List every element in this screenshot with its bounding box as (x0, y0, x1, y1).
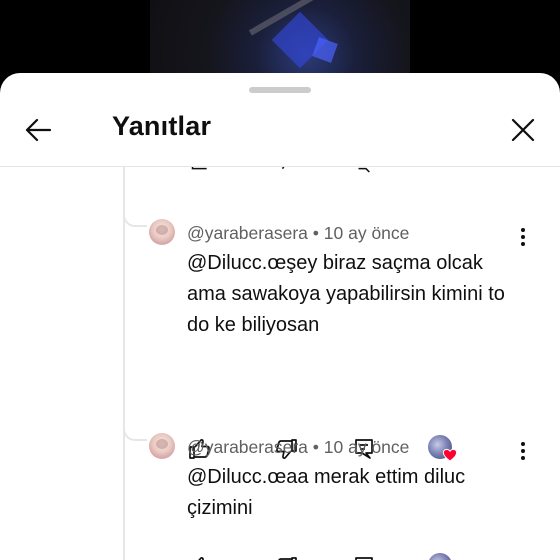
avatar[interactable] (149, 219, 175, 245)
dislike-button[interactable] (272, 553, 300, 560)
meta-separator: • (312, 437, 319, 457)
more-options-button[interactable] (513, 224, 533, 250)
previous-reply-actions (186, 167, 486, 177)
thumb-up-icon[interactable] (188, 167, 212, 177)
reply-meta: @yaraberasera • 10 ay önce (187, 223, 409, 244)
author-name[interactable]: @yaraberasera (187, 223, 308, 243)
thumb-up-icon (198, 557, 204, 560)
timestamp: 10 ay önce (323, 437, 410, 457)
meta-separator: • (312, 223, 319, 243)
reply-text: @Dilucc.œşey biraz saçma olcak ama sawak… (187, 252, 505, 336)
page-title: Yanıtlar (112, 111, 212, 141)
reply-actions (0, 553, 560, 560)
drag-handle[interactable] (249, 87, 311, 93)
thread-line (123, 167, 125, 560)
sheet-header: Yanıtlar (0, 95, 560, 165)
reply-button[interactable] (350, 553, 378, 560)
replies-list[interactable]: @yaraberasera • 10 ay önce @Dilucc.œşey … (0, 167, 560, 560)
close-button[interactable] (505, 112, 541, 148)
more-options-button[interactable] (513, 438, 533, 464)
comment-reply-icon (355, 557, 373, 560)
creator-heart-badge (428, 435, 458, 465)
close-icon (511, 118, 535, 142)
thumb-down-icon (278, 557, 297, 560)
thumb-down-icon[interactable] (278, 167, 302, 177)
back-button[interactable] (20, 112, 56, 148)
arrow-left-icon (25, 118, 52, 142)
creator-avatar (428, 553, 452, 560)
heart-icon (442, 448, 458, 462)
like-button[interactable] (186, 553, 214, 560)
creator-heart-badge (428, 553, 458, 560)
thread-branch (123, 211, 147, 227)
replies-sheet: Yanıtlar @yaraberasera • 10 ay önce @Dil… (0, 73, 560, 560)
author-name[interactable]: @yaraberasera (187, 437, 308, 457)
reply-text: @Dilucc.œaa merak ettim diluc çizimini (187, 466, 466, 519)
timestamp: 10 ay önce (323, 223, 410, 243)
comment-reply-icon[interactable] (354, 167, 378, 177)
reply-meta: @yaraberasera • 10 ay önce (187, 437, 409, 458)
avatar[interactable] (149, 433, 175, 459)
